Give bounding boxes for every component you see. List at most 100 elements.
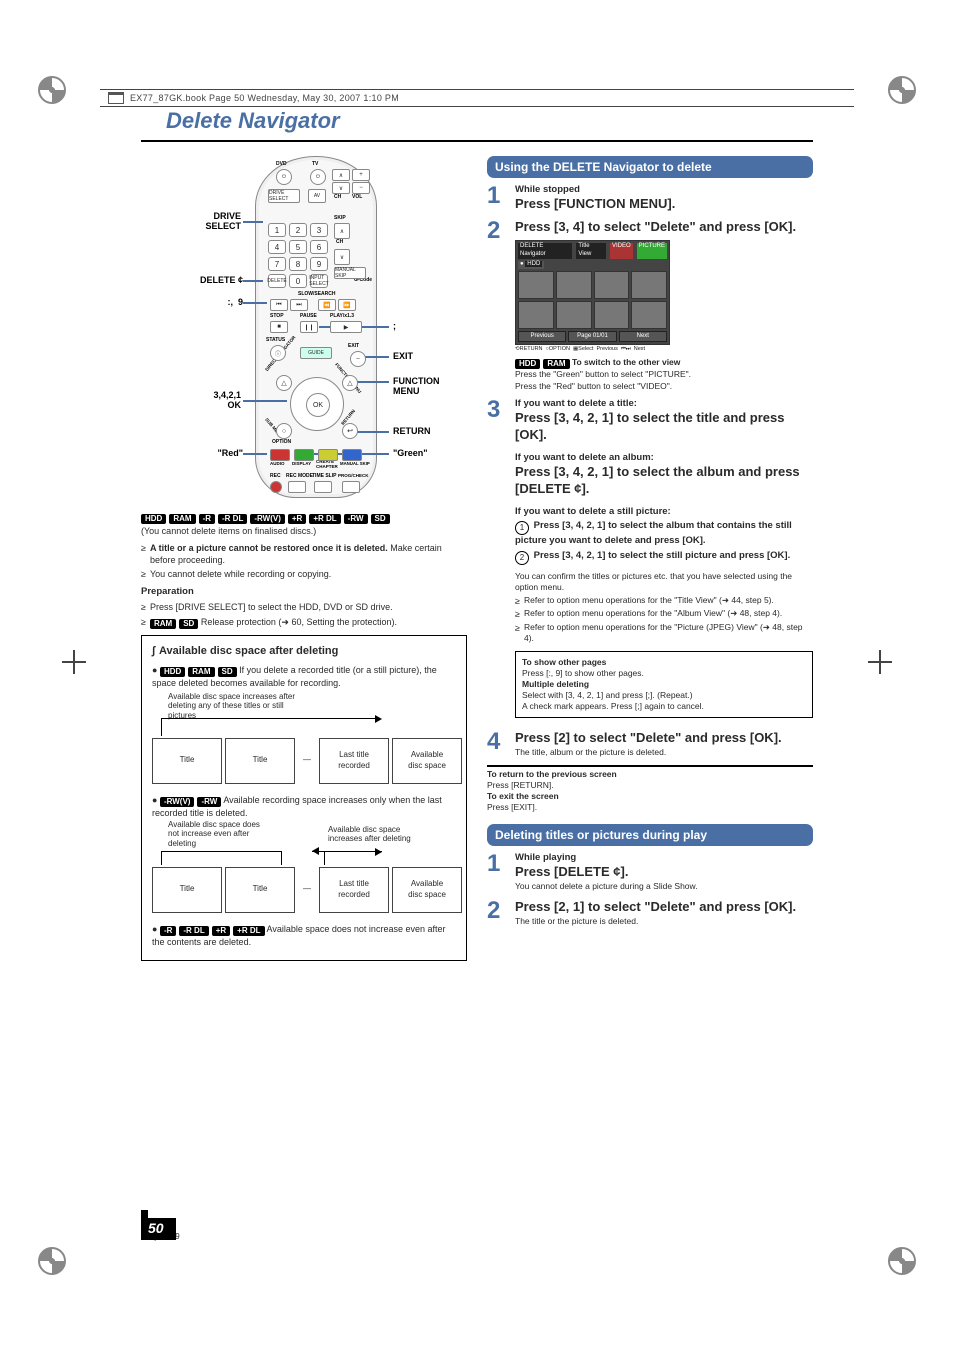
play-label: PLAY/x1.3 xyxy=(330,313,354,319)
media-badge: RAM xyxy=(543,359,569,369)
remote-diagram: ⏻ DVD ⏻ TV ∧ ∨ CH + − VOL DRIVE SELECT A… xyxy=(141,156,467,506)
crosshair-icon xyxy=(62,650,86,674)
play-step-2: 2 Press [2, 1] to select "Delete" and pr… xyxy=(487,899,813,928)
functionmenu-label: FUNCTION MENU xyxy=(393,376,440,396)
status-label: STATUS xyxy=(266,337,285,343)
vol-label: VOL xyxy=(352,194,362,200)
media-badge: -R xyxy=(160,926,176,936)
media-badge: -R DL xyxy=(179,926,208,936)
play-step-1: 1 While playing Press [DELETE ¢]. You ca… xyxy=(487,852,813,894)
exit-small: EXIT xyxy=(348,343,359,349)
content-area: Delete Navigator ⏻ DVD ⏻ TV ∧ ∨ CH + xyxy=(141,108,813,1243)
avail-diagram-1: Available disc space increases after del… xyxy=(152,694,456,784)
blue-icon xyxy=(342,449,362,461)
tile-last: Last title recorded xyxy=(319,738,389,784)
ok-ring xyxy=(290,377,344,431)
option-label: OPTION xyxy=(272,439,291,445)
hint-badges: HDDRAM xyxy=(515,359,570,369)
media-badge: -RW(V) xyxy=(160,797,195,807)
arrows-label: 3,4,2,1 OK xyxy=(171,390,241,410)
warn-1: A title or a picture cannot be restored … xyxy=(141,542,467,566)
input-select-small: INPUT SELECT xyxy=(310,274,328,288)
vol-up-icon: + xyxy=(352,169,370,181)
skip-label: :, 9 xyxy=(183,297,243,307)
red-label: "Red" xyxy=(183,448,243,458)
circled-2-icon: 2 xyxy=(515,551,529,565)
box-badges-3: -R-R DL+R+R DL xyxy=(160,926,265,936)
slowsearch-label: SLOW/SEARCH xyxy=(298,291,336,297)
circled-1-icon: 1 xyxy=(515,521,529,535)
numpad: 123 456 789 DELETE0 INPUT SELECT xyxy=(268,223,328,288)
progcheck-label: PROG/CHECK xyxy=(338,473,369,478)
prep-1: Press [DRIVE SELECT] to select the HDD, … xyxy=(141,601,467,613)
two-column-layout: ⏻ DVD ⏻ TV ∧ ∨ CH + − VOL DRIVE SELECT A… xyxy=(141,156,813,961)
page-title: Delete Navigator xyxy=(166,108,813,134)
drive-select-small: DRIVE SELECT xyxy=(268,189,300,203)
ch-down2-icon: ∨ xyxy=(334,249,350,265)
tile-last: Last title recorded xyxy=(319,867,389,913)
delete-navigator-screenshot: DELETE Navigator Title View VIDEO PICTUR… xyxy=(515,240,670,353)
media-badge: +R xyxy=(288,514,306,524)
ch-up2-icon: ∧ xyxy=(334,223,350,239)
pause-icon: ❙❙ xyxy=(300,321,318,333)
tile-avail: Available disc space xyxy=(392,867,462,913)
tile-title: Title xyxy=(225,738,295,784)
media-badge: SD xyxy=(218,667,237,677)
recmode-icon xyxy=(288,481,306,493)
triangle-icon: △ xyxy=(276,375,292,391)
display-label: DISPLAY xyxy=(292,461,311,466)
step-1: 1 While stopped Press [FUNCTION MENU]. xyxy=(487,184,813,213)
warning-bullets: A title or a picture cannot be restored … xyxy=(141,542,467,580)
green-label: "Green" xyxy=(393,448,428,458)
media-badge: -R DL xyxy=(218,514,247,524)
remote-body: ⏻ DVD ⏻ TV ∧ ∨ CH + − VOL DRIVE SELECT A… xyxy=(255,156,377,498)
media-badge: HDD xyxy=(141,514,166,524)
preparation-heading: Preparation xyxy=(141,586,467,597)
book-banner-text: EX77_87GK.book Page 50 Wednesday, May 30… xyxy=(130,93,399,103)
footer: RQT8859 50 xyxy=(141,1232,180,1243)
media-badge: HDD xyxy=(160,667,185,677)
media-badge: SD xyxy=(179,619,198,629)
pause-label-big: ; xyxy=(393,321,396,331)
stop-icon: ■ xyxy=(270,321,288,333)
media-badge: RAM xyxy=(150,619,176,629)
media-badge: +R DL xyxy=(233,926,264,936)
ch2-label: CH xyxy=(336,239,343,245)
step-3: 3 If you want to delete a title: Press [… xyxy=(487,398,813,725)
media-badge: RAM xyxy=(169,514,195,524)
dvd-label: DVD xyxy=(276,161,287,167)
media-badge: -RW xyxy=(197,797,221,807)
column-left: ⏻ DVD ⏻ TV ∧ ∨ CH + − VOL DRIVE SELECT A… xyxy=(141,156,467,961)
stop-label: STOP xyxy=(270,313,284,319)
rec-icon xyxy=(270,481,282,493)
reg-mark-icon xyxy=(888,1247,916,1275)
tile-title: Title xyxy=(152,738,222,784)
media-badge: RAM xyxy=(188,667,214,677)
rec-label: REC xyxy=(270,473,281,479)
warn-2: You cannot delete while recording or cop… xyxy=(141,568,467,580)
step-2: 2 Press [3, 4] to select "Delete" and pr… xyxy=(487,219,813,391)
available-space-box: Available disc space after deleting ● HD… xyxy=(141,635,467,961)
reg-mark-icon xyxy=(38,76,66,104)
manskip2-label: MANUAL SKIP xyxy=(340,461,370,466)
tile-title: Title xyxy=(225,867,295,913)
section-heading-1: Using the DELETE Navigator to delete xyxy=(487,156,813,178)
skip-label: SKIP xyxy=(334,215,346,221)
recmode-label: REC MODE xyxy=(286,473,313,479)
dvd-power-icon: ⏻ xyxy=(276,169,292,185)
box-badges-1: HDDRAM SD xyxy=(160,667,237,677)
finalised-badges: HDDRAM-R-R DL-RW(V)+R+R DL-RWSD xyxy=(141,514,467,524)
book-icon xyxy=(108,92,124,104)
drive-select-label: DRIVE SELECT xyxy=(181,211,241,231)
tile-title: Title xyxy=(152,867,222,913)
green-icon xyxy=(294,449,314,461)
return-notes: To return to the previous screen Press [… xyxy=(487,769,813,813)
option-icon: ○ xyxy=(276,423,292,439)
book-banner: EX77_87GK.book Page 50 Wednesday, May 30… xyxy=(100,89,854,107)
av-label: AV xyxy=(308,189,326,203)
guide-btn: GUIDE xyxy=(300,347,332,359)
return-icon: ↩ xyxy=(342,423,358,439)
media-badge: +R DL xyxy=(309,514,340,524)
title-rule xyxy=(141,140,813,142)
avail-diagram-2: Available disc space does not increase e… xyxy=(152,823,456,913)
